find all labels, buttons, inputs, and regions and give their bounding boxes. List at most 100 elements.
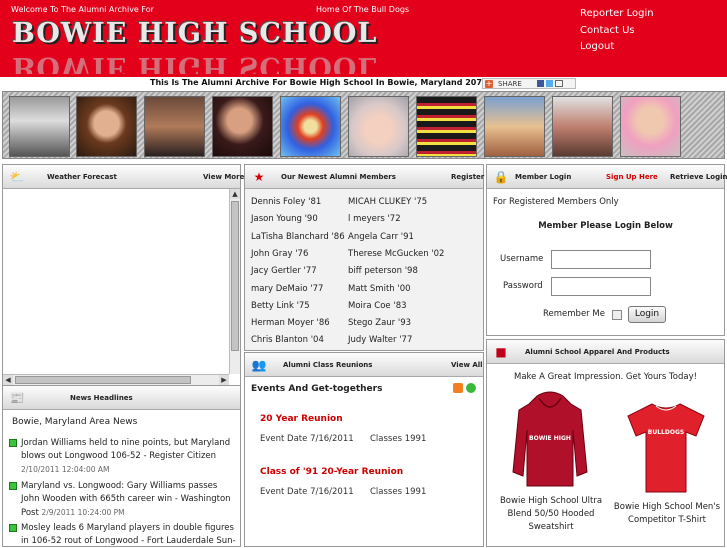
register-link[interactable]: Register [451,173,484,181]
facebook-icon [537,80,544,87]
username-label: Username [500,254,544,264]
photo-strip [2,91,725,159]
add-icon[interactable] [466,383,476,393]
member-name[interactable]: Chris Blanton '04 [251,335,324,345]
scroll-thumb[interactable] [231,201,239,351]
reporter-login-link[interactable]: Reporter Login [580,7,654,24]
reunion-classes: Classes 1991 [370,487,427,497]
scroll-left-icon[interactable]: ◀ [3,375,13,385]
logout-link[interactable]: Logout [580,40,654,57]
lock-icon: 🔒 [493,170,509,184]
member-name[interactable]: Dennis Foley '81 [251,197,321,207]
rss-icon[interactable] [453,383,463,393]
apparel-tagline: Make A Great Impression. Get Yours Today… [513,372,698,382]
member-name[interactable]: Judy Walter '77 [348,335,412,345]
login-title: Member Login [515,173,572,181]
t-shirt-image[interactable]: BULLDOGS [626,400,706,494]
news-headline[interactable]: Mosley leads 6 Maryland players in doubl… [21,523,236,546]
member-photo[interactable] [484,96,545,157]
retrieve-login-link[interactable]: Retrieve Login [670,173,727,181]
reunion-title[interactable]: 20 Year Reunion [260,414,343,424]
member-name[interactable]: Stego Zaur '93 [348,318,411,328]
login-note: For Registered Members Only [493,197,619,207]
sign-up-link[interactable]: Sign Up Here [606,173,658,181]
username-field[interactable] [551,250,651,269]
weather-title: Weather Forecast [47,173,117,181]
member-photo[interactable] [212,96,273,157]
login-button[interactable]: Login [628,306,666,323]
twitter-icon [546,80,553,87]
hooded-sweatshirt-image[interactable]: BOWIE HIGH [511,390,589,490]
scroll-thumb[interactable] [15,376,191,384]
weather-vertical-scrollbar[interactable]: ▲ [229,189,240,374]
school-logo[interactable]: BOWIE HIGH SCHOOL BOWIE HIGH SCHOOL [12,18,442,74]
member-name[interactable]: Jason Young '90 [251,214,318,224]
sweatshirt-print: BOWIE HIGH [529,435,571,442]
member-name[interactable]: LaTisha Blanchard '86 [251,232,345,242]
scroll-up-icon[interactable]: ▲ [230,189,240,199]
apparel-panel: ■ Alumni School Apparel And Products Mak… [486,339,725,547]
reunion-classes: Classes 1991 [370,434,427,444]
member-name[interactable]: Jacy Gertler '77 [251,266,317,276]
member-name[interactable]: MICAH CLUKEY '75 [348,197,427,207]
news-bullet-icon [9,439,17,447]
email-icon [555,80,563,87]
password-field[interactable] [551,277,651,296]
logo-reflection: BOWIE HIGH SCHOOL [12,51,378,74]
view-all-link[interactable]: View All [451,361,483,369]
member-photo[interactable] [552,96,613,157]
news-title: News Headlines [70,394,133,402]
product-name[interactable]: Bowie High School Ultra Blend 50/50 Hood… [495,495,607,534]
member-photo[interactable] [416,96,477,157]
weather-icon: ⛅ [9,170,25,184]
member-photo[interactable] [348,96,409,157]
share-label: SHARE [498,80,522,88]
member-photo[interactable] [620,96,681,157]
member-name[interactable]: John Gray '76 [251,249,308,259]
weather-header: ⛅ Weather Forecast View More [3,165,244,189]
member-name[interactable]: Therese McGucken '02 [348,249,444,259]
share-icon: + [485,79,493,88]
news-subtitle: Bowie, Maryland Area News [12,417,138,427]
share-button[interactable]: + SHARE [482,78,576,89]
member-photo[interactable] [76,96,137,157]
member-name[interactable]: Angela Carr '91 [348,232,414,242]
home-text: Home Of The Bull Dogs [316,5,410,14]
contact-us-link[interactable]: Contact Us [580,24,654,41]
reunion-title[interactable]: Class of '91 20-Year Reunion [260,467,403,477]
reunions-title: Alumni Class Reunions [283,361,373,369]
logo-text: BOWIE HIGH SCHOOL [12,18,378,49]
member-name[interactable]: Matt Smith '00 [348,284,411,294]
site-header: Welcome To The Alumni Archive For Home O… [0,0,727,77]
weather-horizontal-scrollbar[interactable]: ◀ ▶ [3,374,229,385]
top-links: Reporter Login Contact Us Logout [580,7,654,57]
weather-view-more-link[interactable]: View More [203,173,244,181]
member-photo[interactable] [144,96,205,157]
t-shirt-print: BULLDOGS [648,429,684,436]
member-name[interactable]: l meyers '72 [348,214,401,224]
events-title: Events And Get-togethers [251,384,383,394]
apparel-header: ■ Alumni School Apparel And Products [487,340,724,364]
product-name[interactable]: Bowie High School Men's Competitor T-Shi… [611,501,723,527]
news-item[interactable]: Mosley leads 6 Maryland players in doubl… [9,522,237,548]
news-header: 📰 News Headlines [3,386,240,410]
member-name[interactable]: biff peterson '98 [348,266,418,276]
member-name[interactable]: Herman Moyer '86 [251,318,330,328]
member-photo[interactable] [9,96,70,157]
reunion-date: Event Date 7/16/2011 [260,487,354,497]
member-photo[interactable] [280,96,341,157]
weather-panel: ⛅ Weather Forecast View More ▲ ◀ ▶ [2,164,244,386]
scroll-right-icon[interactable]: ▶ [219,375,229,385]
news-item[interactable]: Jordan Williams held to nine points, but… [9,437,237,477]
member-name[interactable]: Moira Coe '83 [348,301,407,311]
login-heading: Member Please Login Below [538,221,673,231]
members-title: Our Newest Alumni Members [281,173,396,181]
member-name[interactable]: mary DeMaio '77 [251,284,323,294]
news-headline[interactable]: Jordan Williams held to nine points, but… [21,438,230,461]
people-icon: 👥 [251,358,267,372]
welcome-text: Welcome To The Alumni Archive For [11,5,154,14]
member-name[interactable]: Betty Link '75 [251,301,310,311]
news-bullet-icon [9,482,17,490]
news-item[interactable]: Maryland vs. Longwood: Gary Williams pas… [9,480,237,520]
remember-me-checkbox[interactable] [612,310,622,320]
